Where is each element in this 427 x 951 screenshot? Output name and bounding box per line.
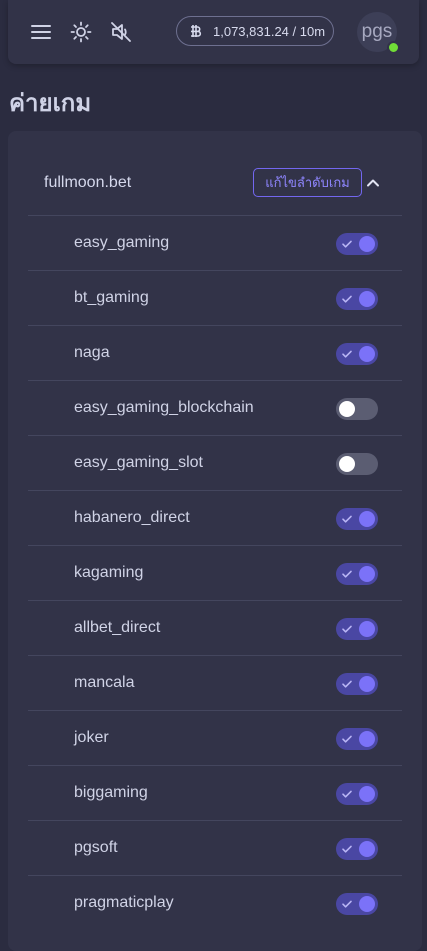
check-icon	[342, 350, 352, 358]
toggle-knob	[359, 621, 375, 637]
provider-toggle[interactable]	[336, 508, 378, 530]
provider-card: fullmoon.bet แก้ไขลำดับเกม easy_gamingbt…	[8, 131, 422, 951]
toggle-knob	[359, 511, 375, 527]
toggle-knob	[359, 346, 375, 362]
provider-toggle[interactable]	[336, 398, 378, 420]
check-icon	[342, 240, 352, 248]
toggle-knob	[359, 896, 375, 912]
provider-toggle[interactable]	[336, 343, 378, 365]
toggle-knob	[359, 786, 375, 802]
toggle-knob	[359, 841, 375, 857]
provider-label: easy_gaming_blockchain	[74, 399, 254, 416]
list-item: pragmaticplay	[28, 875, 402, 930]
check-icon	[342, 625, 352, 633]
provider-toggle[interactable]	[336, 563, 378, 585]
balance-text: 1,073,831.24 / 10m	[213, 23, 326, 39]
toggle-knob	[359, 291, 375, 307]
card-header: fullmoon.bet แก้ไขลำดับเกม	[8, 131, 422, 215]
provider-label: pragmaticplay	[74, 894, 174, 911]
edit-game-order-button[interactable]: แก้ไขลำดับเกม	[253, 168, 362, 197]
provider-label: pgsoft	[74, 839, 118, 856]
provider-label: joker	[74, 729, 109, 746]
avatar-text: pgs	[361, 21, 393, 42]
provider-toggle[interactable]	[336, 453, 378, 475]
provider-label: easy_gaming	[74, 234, 170, 251]
list-item: naga	[28, 325, 402, 380]
check-icon	[342, 680, 352, 688]
chevron-up-icon[interactable]	[365, 175, 381, 191]
provider-toggle[interactable]	[336, 288, 378, 310]
check-icon	[342, 900, 352, 908]
list-item: easy_gaming_slot	[28, 435, 402, 490]
provider-label: mancala	[74, 674, 135, 691]
sun-icon[interactable]	[69, 20, 93, 44]
online-status-dot	[387, 41, 400, 54]
provider-label: naga	[74, 344, 110, 361]
bitcoin-icon	[191, 25, 202, 37]
provider-list: easy_gaming bt_gamingnaga easy_gaming_bloc…	[28, 215, 402, 930]
toggle-knob	[359, 676, 375, 692]
provider-label: bt_gaming	[74, 289, 149, 306]
list-item: bt_gaming	[28, 270, 402, 325]
provider-label: easy_gaming_slot	[74, 454, 203, 471]
check-icon	[342, 790, 352, 798]
list-item: biggaming	[28, 765, 402, 820]
list-item: pgsoft	[28, 820, 402, 875]
toggle-knob	[359, 731, 375, 747]
provider-toggle[interactable]	[336, 233, 378, 255]
volume-mute-icon[interactable]	[109, 20, 133, 44]
list-item: easy_gaming_blockchain	[28, 380, 402, 435]
provider-toggle[interactable]	[336, 728, 378, 750]
check-icon	[342, 570, 352, 578]
menu-icon[interactable]	[29, 20, 53, 44]
provider-toggle[interactable]	[336, 673, 378, 695]
toggle-knob	[339, 456, 355, 472]
provider-label: allbet_direct	[74, 619, 161, 636]
page-title: ค่ายเกม	[9, 90, 92, 117]
toggle-knob	[359, 566, 375, 582]
provider-toggle[interactable]	[336, 838, 378, 860]
list-item: kagaming	[28, 545, 402, 600]
site-name: fullmoon.bet	[44, 174, 132, 191]
toggle-knob	[339, 401, 355, 417]
check-icon	[342, 295, 352, 303]
check-icon	[342, 515, 352, 523]
provider-toggle[interactable]	[336, 893, 378, 915]
provider-label: habanero_direct	[74, 509, 190, 526]
list-item: allbet_direct	[28, 600, 402, 655]
provider-toggle[interactable]	[336, 783, 378, 805]
top-navbar: 1,073,831.24 / 10m pgs	[8, 0, 419, 64]
check-icon	[342, 735, 352, 743]
toggle-knob	[359, 236, 375, 252]
list-item: habanero_direct	[28, 490, 402, 545]
list-item: joker	[28, 710, 402, 765]
balance-display[interactable]: 1,073,831.24 / 10m	[176, 16, 334, 46]
provider-label: kagaming	[74, 564, 144, 581]
list-item: mancala	[28, 655, 402, 710]
provider-label: biggaming	[74, 784, 148, 801]
list-item: easy_gaming	[28, 215, 402, 270]
provider-toggle[interactable]	[336, 618, 378, 640]
check-icon	[342, 845, 352, 853]
